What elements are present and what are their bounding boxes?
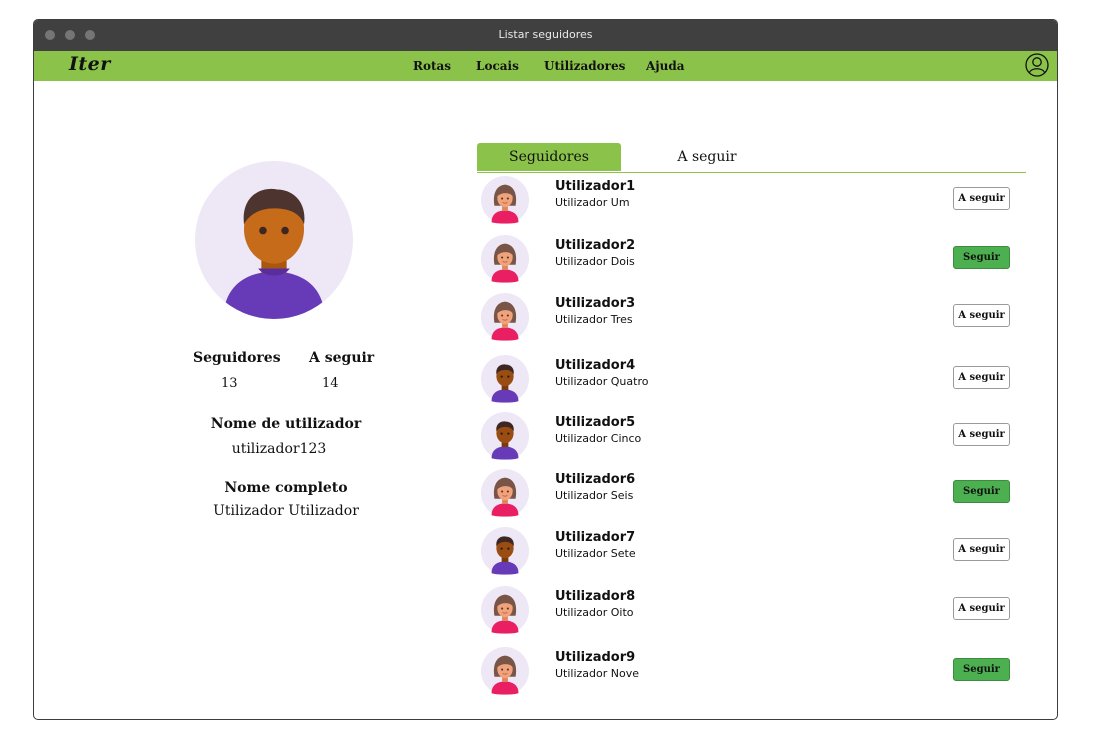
- user-username[interactable]: Utilizador7: [555, 530, 635, 545]
- profile-avatar-icon: [195, 161, 353, 319]
- user-fullname: Utilizador Dois: [555, 255, 635, 268]
- female-avatar-icon: [481, 469, 529, 517]
- user-username[interactable]: Utilizador9: [555, 650, 635, 665]
- nav-link-rotas[interactable]: Rotas: [413, 59, 451, 73]
- following-button[interactable]: A seguir: [953, 304, 1010, 327]
- user-fullname: Utilizador Quatro: [555, 375, 649, 388]
- user-fullname: Utilizador Seis: [555, 489, 634, 502]
- following-button[interactable]: A seguir: [953, 538, 1010, 561]
- nav-link-locais[interactable]: Locais: [476, 59, 519, 73]
- female-avatar-icon: [481, 586, 529, 634]
- user-fullname: Utilizador Sete: [555, 547, 636, 560]
- tab-a-seguir[interactable]: A seguir: [635, 143, 779, 171]
- nav-link-ajuda[interactable]: Ajuda: [646, 59, 685, 73]
- male-avatar-icon: [481, 355, 529, 403]
- following-count: 14: [322, 376, 339, 391]
- user-fullname: Utilizador Cinco: [555, 432, 642, 445]
- following-button[interactable]: A seguir: [953, 187, 1010, 210]
- user-username[interactable]: Utilizador4: [555, 358, 635, 373]
- male-avatar-icon: [481, 527, 529, 575]
- tab-seguidores[interactable]: Seguidores: [477, 143, 621, 171]
- app-window: Listar seguidores Iter Rotas Locais Util…: [33, 19, 1058, 720]
- user-username[interactable]: Utilizador1: [555, 179, 635, 194]
- window-title: Listar seguidores: [498, 28, 593, 41]
- following-button[interactable]: A seguir: [953, 423, 1010, 446]
- navbar: Iter Rotas Locais Utilizadores Ajuda: [34, 51, 1057, 81]
- user-row[interactable]: Utilizador3 Utilizador Tres A seguir: [481, 293, 1021, 345]
- female-avatar-icon: [481, 293, 529, 341]
- fullname-label: Nome completo: [224, 480, 348, 496]
- username-label: Nome de utilizador: [210, 416, 362, 432]
- follow-button[interactable]: Seguir: [953, 658, 1010, 681]
- user-row[interactable]: Utilizador8 Utilizador Oito A seguir: [481, 586, 1021, 638]
- following-button[interactable]: A seguir: [953, 597, 1010, 620]
- user-fullname: Utilizador Nove: [555, 667, 640, 680]
- user-username[interactable]: Utilizador5: [555, 415, 635, 430]
- nav-link-utilizadores[interactable]: Utilizadores: [544, 59, 625, 73]
- user-row[interactable]: Utilizador2 Utilizador Dois Seguir: [481, 235, 1021, 287]
- user-username[interactable]: Utilizador3: [555, 296, 635, 311]
- user-fullname: Utilizador Oito: [555, 606, 634, 619]
- user-row[interactable]: Utilizador9 Utilizador Nove Seguir: [481, 647, 1021, 699]
- female-avatar-icon: [481, 647, 529, 695]
- username-value: utilizador123: [231, 441, 327, 457]
- following-button[interactable]: A seguir: [953, 366, 1010, 389]
- follow-button[interactable]: Seguir: [953, 246, 1010, 269]
- user-username[interactable]: Utilizador2: [555, 238, 635, 253]
- user-username[interactable]: Utilizador6: [555, 472, 635, 487]
- fullname-value: Utilizador Utilizador: [213, 503, 359, 519]
- female-avatar-icon: [481, 176, 529, 224]
- user-row[interactable]: Utilizador1 Utilizador Um A seguir: [481, 176, 1021, 228]
- logo[interactable]: Iter: [69, 53, 111, 75]
- title-bar: Listar seguidores: [34, 20, 1057, 51]
- user-fullname: Utilizador Tres: [555, 313, 633, 326]
- user-fullname: Utilizador Um: [555, 196, 630, 209]
- user-row[interactable]: Utilizador4 Utilizador Quatro A seguir: [481, 355, 1021, 407]
- male-avatar-icon: [481, 412, 529, 460]
- user-username[interactable]: Utilizador8: [555, 589, 635, 604]
- female-avatar-icon: [481, 235, 529, 283]
- following-label: A seguir: [309, 350, 375, 366]
- followers-label: Seguidores: [193, 350, 281, 366]
- user-row[interactable]: Utilizador5 Utilizador Cinco A seguir: [481, 412, 1021, 464]
- user-row[interactable]: Utilizador7 Utilizador Sete A seguir: [481, 527, 1021, 579]
- follow-button[interactable]: Seguir: [953, 480, 1010, 503]
- user-row[interactable]: Utilizador6 Utilizador Seis Seguir: [481, 469, 1021, 521]
- followers-count: 13: [221, 376, 238, 391]
- tab-bar: Seguidores A seguir: [477, 143, 1026, 173]
- user-account-icon[interactable]: [1025, 53, 1049, 77]
